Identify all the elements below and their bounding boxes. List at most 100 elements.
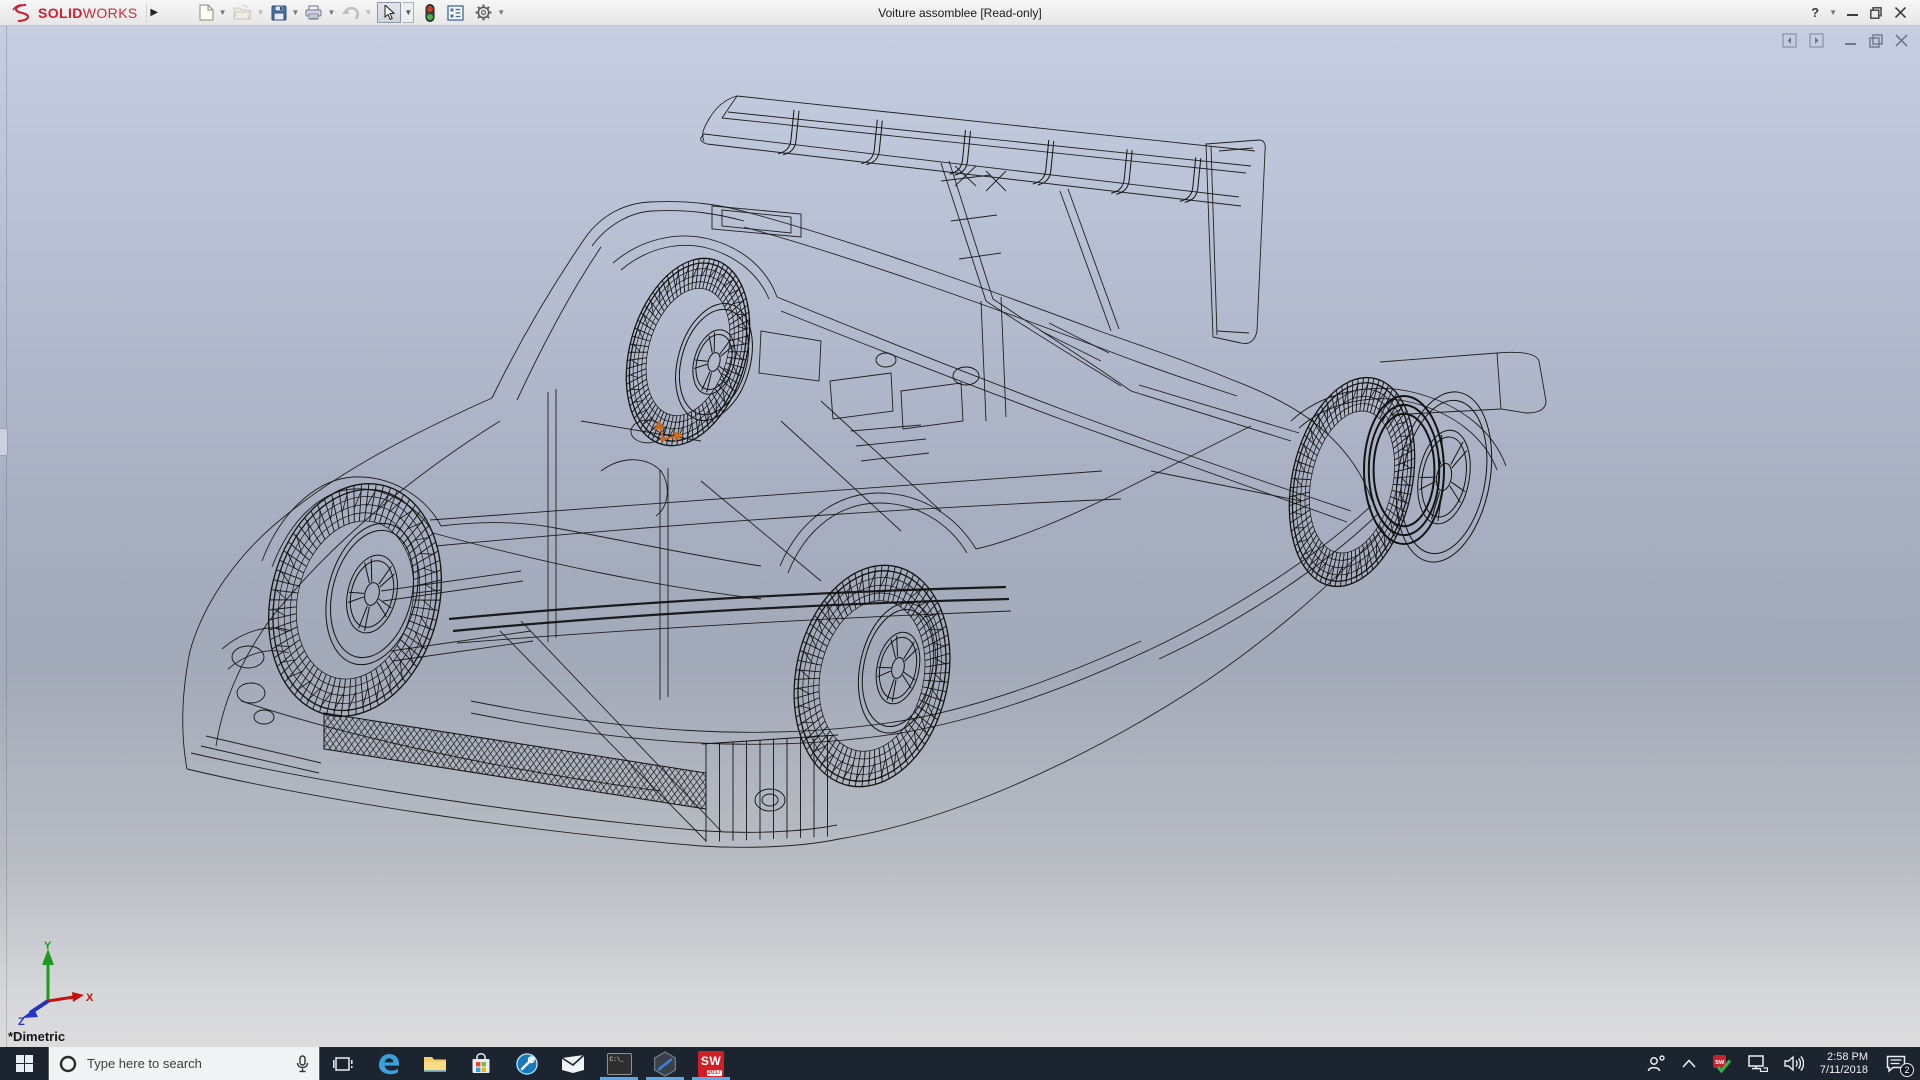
system-tray: sw 2:58 PM 7/11/2018 — [1639, 1047, 1920, 1080]
print-caret-icon[interactable]: ▼ — [327, 8, 335, 17]
clock[interactable]: 2:58 PM 7/11/2018 — [1812, 1051, 1876, 1077]
select-caret-icon[interactable]: ▼ — [403, 2, 414, 23]
wireframe-car-model[interactable] — [0, 26, 1920, 1047]
file-explorer-button[interactable] — [412, 1047, 458, 1080]
feature-panel-tab[interactable] — [0, 428, 8, 456]
mail-button[interactable] — [550, 1047, 596, 1080]
restore-icon — [1870, 7, 1882, 19]
quick-assist-button[interactable] — [504, 1047, 550, 1080]
clock-date: 7/11/2018 — [1820, 1064, 1868, 1077]
save-caret-icon[interactable]: ▼ — [292, 8, 300, 17]
tray-overflow-button[interactable] — [1674, 1047, 1704, 1080]
command-prompt-button[interactable]: C:\_ — [596, 1047, 642, 1080]
triad-x-axis: X — [48, 992, 94, 1004]
solidworks-app-button[interactable]: SW 2017 — [688, 1047, 734, 1080]
cmd-icon-text: C:\_ — [610, 1056, 624, 1063]
origin-marker — [656, 422, 681, 441]
volume-tray-button[interactable] — [1776, 1047, 1812, 1080]
edge-icon — [377, 1052, 401, 1076]
search-placeholder: Type here to search — [87, 1056, 286, 1071]
new-doc-caret-icon[interactable]: ▼ — [219, 8, 227, 17]
chevron-up-icon — [1682, 1059, 1696, 1068]
clock-time: 2:58 PM — [1820, 1051, 1868, 1064]
menu-expander-arrow[interactable]: ▶ — [146, 3, 162, 23]
command-prompt-icon: C:\_ — [607, 1053, 632, 1075]
triad-y-label: Y — [44, 940, 52, 952]
rebuild-stoplight-button[interactable] — [424, 2, 436, 24]
title-bar: SOLIDWORKS ▶ ▼ ▼ ▼ — [0, 0, 1920, 26]
save-button[interactable] — [270, 2, 288, 24]
windows-logo-icon — [16, 1055, 33, 1072]
undo-arrow-icon — [341, 6, 359, 20]
window-controls: ? ▼ — [1803, 2, 1920, 24]
select-cursor-icon — [383, 5, 395, 20]
brand-works: WORKS — [83, 5, 138, 21]
edge-browser-button[interactable] — [366, 1047, 412, 1080]
wrench-circle-icon — [515, 1052, 539, 1076]
help-caret-icon[interactable]: ▼ — [1829, 8, 1837, 17]
doc-minimize-button[interactable] — [1844, 34, 1857, 47]
brand-solid: SOLID — [38, 5, 83, 21]
cortana-icon — [59, 1055, 77, 1073]
hexagon-app-icon — [652, 1051, 678, 1077]
restore-button[interactable] — [1864, 2, 1888, 24]
minimize-icon — [1847, 7, 1858, 18]
taskbar-search-box[interactable]: Type here to search — [48, 1047, 320, 1080]
speaker-icon — [1784, 1055, 1804, 1072]
feature-panel-splitter[interactable] — [6, 26, 7, 1047]
undo-caret-icon[interactable]: ▼ — [364, 8, 372, 17]
doc-next-window-button[interactable] — [1809, 33, 1824, 48]
graphics-viewport[interactable]: Y X Z *Dimetric — [0, 26, 1920, 1047]
undo-button[interactable] — [340, 2, 360, 24]
gear-icon — [475, 4, 492, 21]
network-tray-button[interactable] — [1740, 1047, 1776, 1080]
action-center-button[interactable]: 2 — [1876, 1047, 1916, 1080]
task-view-icon — [333, 1055, 353, 1073]
mail-envelope-icon — [561, 1054, 585, 1074]
document-window-controls — [1782, 33, 1908, 48]
people-button[interactable] — [1639, 1047, 1674, 1080]
store-icon — [470, 1053, 492, 1075]
brand-wordmark: SOLIDWORKS — [38, 5, 138, 21]
solidworks-2017-icon: SW 2017 — [698, 1051, 724, 1077]
select-tool-button[interactable] — [377, 2, 401, 23]
cad-hexagon-app-button[interactable] — [642, 1047, 688, 1080]
triad-z-axis: Z — [18, 1001, 48, 1025]
doc-close-button[interactable] — [1895, 34, 1908, 47]
file-explorer-icon — [423, 1054, 447, 1074]
people-icon — [1647, 1055, 1666, 1072]
triad-z-label: Z — [18, 1016, 25, 1025]
open-caret-icon[interactable]: ▼ — [257, 8, 265, 17]
help-button[interactable]: ? — [1803, 2, 1827, 24]
options-button[interactable] — [474, 2, 493, 24]
triad-y-axis: Y — [42, 940, 54, 1001]
microsoft-store-button[interactable] — [458, 1047, 504, 1080]
minimize-button[interactable] — [1840, 2, 1864, 24]
doc-prev-window-button[interactable] — [1782, 33, 1797, 48]
notification-count-badge: 2 — [1900, 1063, 1914, 1077]
solidworks-resource-monitor[interactable]: sw — [1704, 1047, 1740, 1080]
print-button[interactable] — [304, 2, 323, 24]
windows-taskbar: Type here to search — [0, 1047, 1920, 1080]
doc-restore-button[interactable] — [1869, 34, 1883, 48]
open-folder-icon — [233, 5, 252, 20]
svg-text:sw: sw — [1715, 1059, 1725, 1066]
sw-icon-text: SW — [701, 1054, 721, 1068]
close-icon — [1895, 7, 1906, 18]
save-floppy-icon — [271, 5, 287, 21]
task-pane-button[interactable] — [446, 2, 465, 24]
sw-icon-year: 2017 — [707, 1070, 722, 1076]
network-icon — [1748, 1055, 1768, 1072]
options-caret-icon[interactable]: ▼ — [497, 8, 505, 17]
open-button[interactable] — [232, 2, 253, 24]
orientation-triad: Y X Z — [10, 939, 96, 1025]
new-document-button[interactable] — [198, 2, 215, 24]
task-view-button[interactable] — [320, 1047, 366, 1080]
new-document-icon — [199, 4, 214, 21]
quick-access-toolbar: ▼ ▼ ▼ ▼ — [198, 0, 509, 25]
solidworks-brand: SOLIDWORKS ▶ — [0, 0, 172, 25]
microphone-icon[interactable] — [296, 1055, 309, 1073]
close-button[interactable] — [1888, 2, 1912, 24]
print-icon — [305, 5, 322, 20]
start-button[interactable] — [0, 1047, 48, 1080]
